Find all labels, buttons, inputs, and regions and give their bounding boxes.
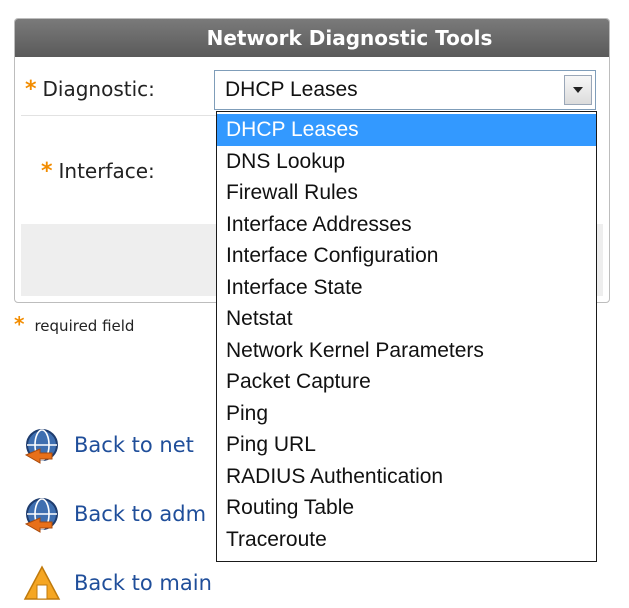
back-to-main-link[interactable]: Back to main	[22, 563, 212, 603]
required-field-text: required field	[34, 317, 135, 335]
row-divider	[21, 115, 221, 116]
option-item[interactable]: Ping URL	[217, 429, 596, 461]
option-item[interactable]: Routing Table	[217, 492, 596, 524]
globe-back-icon	[24, 429, 58, 464]
option-item[interactable]: Firewall Rules	[217, 177, 596, 209]
diagnostic-label: Diagnostic:	[42, 77, 155, 101]
option-item[interactable]: Interface State	[217, 272, 596, 304]
panel-title: Network Diagnostic Tools	[15, 19, 609, 57]
option-item[interactable]: Network Kernel Parameters	[217, 335, 596, 367]
back-to-network-text: Back to net	[74, 433, 194, 457]
option-item[interactable]: Packet Capture	[217, 366, 596, 398]
required-field-note: * required field	[14, 312, 134, 336]
required-asterisk: *	[14, 312, 25, 336]
option-item[interactable]: Ping	[217, 398, 596, 430]
diagnostic-options-list[interactable]: DHCP Leases DNS Lookup Firewall Rules In…	[216, 111, 597, 562]
option-item[interactable]: RADIUS Authentication	[217, 461, 596, 493]
option-item[interactable]: Netstat	[217, 303, 596, 335]
required-asterisk: *	[41, 159, 53, 184]
back-to-main-text: Back to main	[74, 571, 212, 595]
home-back-icon	[23, 565, 61, 600]
interface-label-row: * Interface:	[41, 159, 155, 184]
diagnostic-select[interactable]: DHCP Leases	[214, 70, 596, 110]
dropdown-arrow-button[interactable]	[564, 75, 592, 105]
diagnostic-label-row: * Diagnostic:	[25, 77, 155, 102]
required-asterisk: *	[25, 77, 37, 102]
option-item[interactable]: Interface Addresses	[217, 209, 596, 241]
option-item[interactable]: DNS Lookup	[217, 146, 596, 178]
globe-back-icon	[24, 498, 58, 533]
interface-label: Interface:	[58, 159, 155, 183]
option-item[interactable]: DHCP Leases	[217, 114, 596, 146]
diagnostic-select-value: DHCP Leases	[225, 78, 358, 101]
back-to-admin-text: Back to adm	[74, 502, 207, 526]
option-item[interactable]: Interface Configuration	[217, 240, 596, 272]
option-item[interactable]: Traceroute	[217, 524, 596, 556]
back-to-network-link[interactable]: Back to net	[22, 425, 194, 465]
back-to-admin-link[interactable]: Back to adm	[22, 494, 206, 534]
chevron-down-icon	[573, 87, 583, 93]
